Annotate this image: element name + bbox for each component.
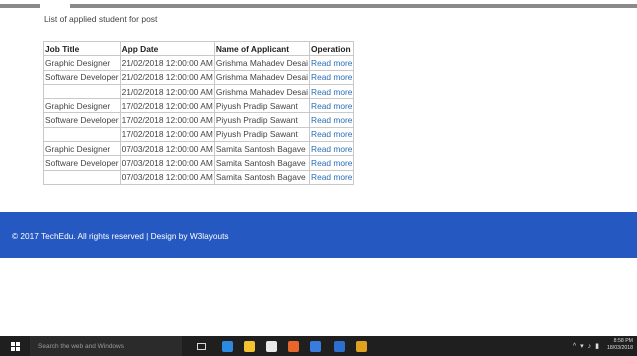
table-row: Graphic Designer 17/02/2018 12:00:00 AM Pi… <box>43 98 355 114</box>
read-more-link[interactable]: Read more <box>311 87 352 97</box>
column-header-operation: Operation <box>309 40 355 57</box>
taskbar-app-button[interactable] <box>352 336 370 356</box>
app-date-cell: 21/02/2018 12:00:00 AM <box>119 69 215 85</box>
table-row: Graphic Designer 21/02/2018 12:00:00 AM Gr… <box>43 55 355 71</box>
notifications-icon[interactable]: ▮ <box>595 343 599 350</box>
app-date-cell: 17/02/2018 12:00:00 AM <box>119 98 215 114</box>
applicant-name-cell: Piyush Pradip Sawant <box>213 98 311 114</box>
applicant-name-cell: Samita Santosh Bagave <box>213 141 311 157</box>
site-footer: © 2017 TechEdu. All rights reserved | De… <box>0 212 637 258</box>
job-title-cell: Software Developer <box>43 112 121 128</box>
task-view-icon <box>196 342 206 350</box>
operation-cell: Read more <box>309 155 355 171</box>
taskbar-app-button[interactable] <box>262 336 280 356</box>
read-more-link[interactable]: Read more <box>311 72 352 82</box>
read-more-link[interactable]: Read more <box>311 172 352 182</box>
volume-icon[interactable]: ♪ <box>588 343 592 350</box>
firefox-icon <box>287 340 299 352</box>
chevron-up-icon[interactable]: ^ <box>573 343 576 350</box>
job-title-cell <box>43 126 121 143</box>
edge-icon <box>221 340 233 352</box>
operation-cell: Read more <box>309 69 355 85</box>
taskbar-app-button[interactable] <box>306 336 324 356</box>
job-title-cell: Graphic Designer <box>43 55 121 71</box>
operation-cell: Read more <box>309 141 355 157</box>
read-more-link[interactable]: Read more <box>311 158 352 168</box>
operation-cell: Read more <box>309 98 355 114</box>
file-explorer-icon <box>243 340 255 352</box>
applicant-name-cell: Samita Santosh Bagave <box>213 155 311 171</box>
applicant-name-cell: Piyush Pradip Sawant <box>213 112 311 128</box>
app-date-cell: 17/02/2018 12:00:00 AM <box>119 126 215 143</box>
column-header-job-title: Job Title <box>43 40 121 57</box>
taskbar-clock[interactable]: 8:58 PM 18/03/2018 <box>601 338 633 352</box>
page-title: List of applied student for post <box>44 14 158 24</box>
task-view-button[interactable] <box>192 336 210 356</box>
clock-date: 18/03/2018 <box>607 345 633 351</box>
applicant-name-cell: Grishma Mahadev Desai <box>213 83 311 100</box>
start-button[interactable] <box>0 336 30 356</box>
media-icon <box>309 340 321 352</box>
read-more-link[interactable]: Read more <box>311 101 352 111</box>
operation-cell: Read more <box>309 169 355 185</box>
windows-taskbar: Search the web and Windows ^ ▾ ♪ ▮ 8:58 … <box>0 336 637 356</box>
windows-logo-icon <box>10 341 20 351</box>
table-row: Software Developer 21/02/2018 12:00:00 AM… <box>43 69 355 85</box>
applicant-name-cell: Piyush Pradip Sawant <box>213 126 311 143</box>
store-icon <box>265 340 277 352</box>
applicant-name-cell: Grishma Mahadev Desai <box>213 55 311 71</box>
job-title-cell: Graphic Designer <box>43 98 121 114</box>
app-date-cell: 07/03/2018 12:00:00 AM <box>119 141 215 157</box>
taskbar-app-button[interactable] <box>330 336 348 356</box>
column-header-app-date: App Date <box>119 40 215 57</box>
app-date-cell: 07/03/2018 12:00:00 AM <box>119 155 215 171</box>
table-header-row: Job Title App Date Name of Applicant Ope… <box>43 40 355 57</box>
table-row: Software Developer 17/02/2018 12:00:00 AM… <box>43 112 355 128</box>
search-placeholder: Search the web and Windows <box>38 342 124 350</box>
header-rule-gap <box>40 4 70 8</box>
network-icon[interactable]: ▾ <box>580 343 584 350</box>
table-row: 07/03/2018 12:00:00 AM Samita Santosh Bag… <box>43 169 355 185</box>
chrome-icon <box>355 340 367 352</box>
applicants-table: Job Title App Date Name of Applicant Ope… <box>43 40 355 185</box>
table-body: Graphic Designer 21/02/2018 12:00:00 AM Gr… <box>43 55 355 185</box>
column-header-applicant: Name of Applicant <box>213 40 311 57</box>
applicant-name-cell: Grishma Mahadev Desai <box>213 69 311 85</box>
applicant-name-cell: Samita Santosh Bagave <box>213 169 311 185</box>
read-more-link[interactable]: Read more <box>311 58 352 68</box>
operation-cell: Read more <box>309 112 355 128</box>
operation-cell: Read more <box>309 55 355 71</box>
job-title-cell: Software Developer <box>43 155 121 171</box>
taskbar-search-input[interactable]: Search the web and Windows <box>30 336 182 356</box>
footer-copyright: © 2017 TechEdu. All rights reserved | De… <box>12 231 229 241</box>
job-title-cell <box>43 83 121 100</box>
table-row: Software Developer 07/03/2018 12:00:00 AM… <box>43 155 355 171</box>
read-more-link[interactable]: Read more <box>311 144 352 154</box>
read-more-link[interactable]: Read more <box>311 129 352 139</box>
app-date-cell: 21/02/2018 12:00:00 AM <box>119 83 215 100</box>
header-rule <box>0 4 637 8</box>
system-tray: ^ ▾ ♪ ▮ <box>573 336 599 356</box>
app-date-cell: 07/03/2018 12:00:00 AM <box>119 169 215 185</box>
clock-time: 8:58 PM <box>613 338 633 344</box>
table-row: Graphic Designer 07/03/2018 12:00:00 AM Sa… <box>43 141 355 157</box>
operation-cell: Read more <box>309 126 355 143</box>
taskbar-app-button[interactable] <box>284 336 302 356</box>
operation-cell: Read more <box>309 83 355 100</box>
table-row: 17/02/2018 12:00:00 AM Piyush Pradip Sawa… <box>43 126 355 143</box>
table-row: 21/02/2018 12:00:00 AM Grishma Mahadev De… <box>43 83 355 100</box>
read-more-link[interactable]: Read more <box>311 115 352 125</box>
taskbar-app-button[interactable] <box>240 336 258 356</box>
job-title-cell <box>43 169 121 185</box>
taskbar-app-button[interactable] <box>218 336 236 356</box>
job-title-cell: Graphic Designer <box>43 141 121 157</box>
job-title-cell: Software Developer <box>43 69 121 85</box>
app-date-cell: 17/02/2018 12:00:00 AM <box>119 112 215 128</box>
app-date-cell: 21/02/2018 12:00:00 AM <box>119 55 215 71</box>
app-icon <box>333 340 345 352</box>
